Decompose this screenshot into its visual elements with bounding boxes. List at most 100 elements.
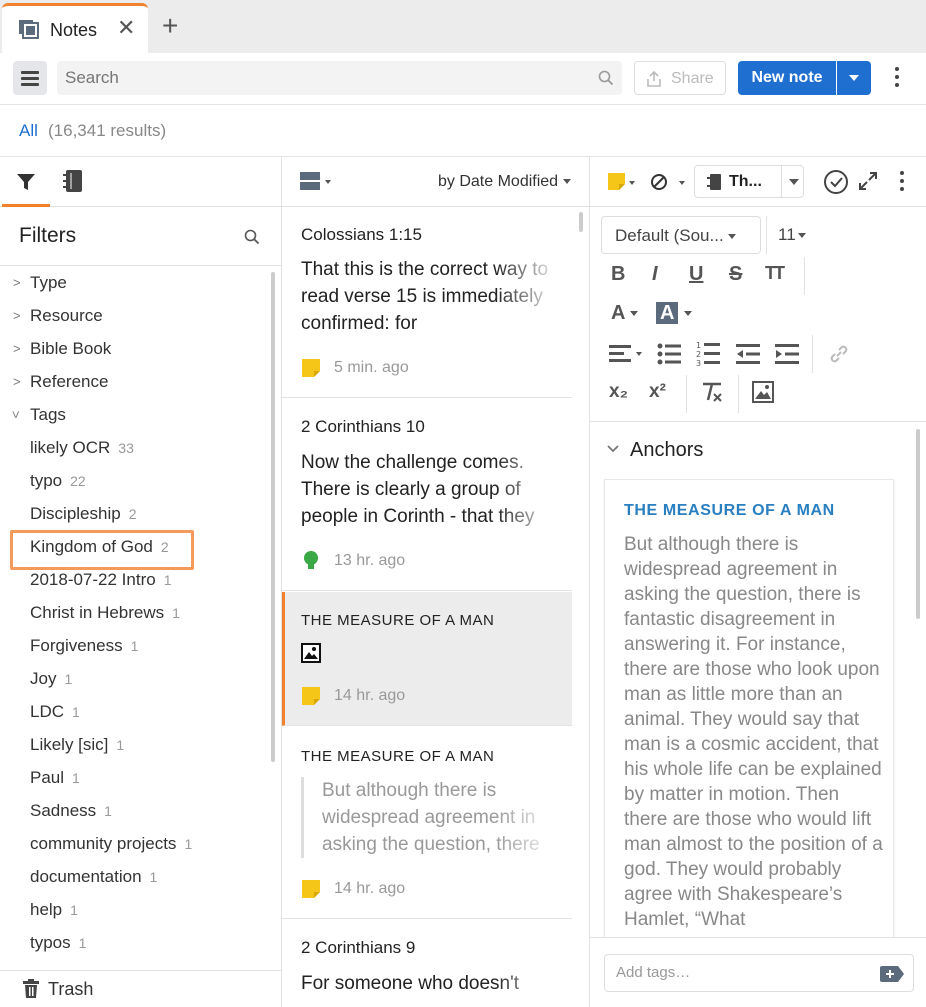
chevron-right-icon: > [13, 341, 21, 356]
note-item[interactable]: 2 Corinthians 10 Now the challenge comes… [282, 399, 572, 591]
strikethrough-button[interactable]: S [729, 263, 742, 286]
add-tab-icon[interactable]: + [162, 12, 178, 40]
scrollbar[interactable] [579, 212, 583, 232]
filter-resource[interactable]: > Resource [13, 306, 103, 326]
tag-item[interactable]: documentation 1 [30, 867, 157, 887]
tab-filters[interactable] [2, 157, 50, 207]
note-title: THE MEASURE OF A MAN [301, 612, 495, 629]
tag-item[interactable]: Sadness 1 [30, 801, 112, 821]
tag-item[interactable]: Likely [sic] 1 [30, 735, 124, 755]
chevron-right-icon: > [13, 374, 21, 389]
clear-formatting-icon[interactable] [700, 381, 724, 403]
subscript-button[interactable]: x₂ [609, 381, 628, 403]
new-note-button[interactable]: New note [738, 61, 836, 95]
underline-button[interactable]: U [689, 263, 703, 286]
tag-item[interactable]: help 1 [30, 900, 78, 920]
align-icon[interactable] [609, 343, 645, 365]
tag-item[interactable]: likely OCR 33 [30, 438, 134, 458]
trash-button[interactable]: Trash [0, 970, 281, 1007]
notebook-label: Th... [729, 173, 762, 190]
note-timestamp: 13 hr. ago [334, 552, 406, 569]
bold-button[interactable]: B [611, 263, 625, 286]
tag-name: Likely [sic] [30, 735, 109, 754]
notebook-select[interactable]: Th... [694, 165, 804, 198]
note-item[interactable]: THE MEASURE OF A MAN But although there … [282, 727, 572, 919]
new-note-dropdown-button[interactable] [837, 61, 871, 95]
sort-label: by Date Modified [438, 173, 559, 190]
search-icon[interactable] [598, 70, 614, 86]
search-input[interactable] [57, 61, 622, 95]
filter-bible-book[interactable]: > Bible Book [13, 339, 111, 359]
indent-icon[interactable] [775, 342, 799, 366]
tag-item[interactable]: Discipleship 2 [30, 504, 137, 524]
tag-item[interactable]: Forgiveness 1 [30, 636, 138, 656]
divider [766, 216, 767, 254]
tag-name: LDC [30, 702, 65, 721]
scrollbar[interactable] [916, 429, 920, 619]
bullet-list-icon[interactable] [657, 342, 681, 366]
check-circle-icon[interactable] [823, 169, 849, 195]
tag-count: 1 [72, 770, 80, 786]
filter-reference[interactable]: > Reference [13, 372, 109, 392]
image-icon[interactable] [752, 381, 774, 403]
highlight-button[interactable]: A [656, 302, 693, 325]
note-timestamp: 5 min. ago [334, 359, 409, 376]
tag-item[interactable]: Joy 1 [30, 669, 72, 689]
more-options-icon[interactable] [900, 171, 904, 195]
view-mode-icon[interactable] [300, 172, 334, 192]
anchor-title[interactable]: THE MEASURE OF A MAN [624, 502, 835, 520]
italic-button[interactable]: I [652, 263, 658, 286]
search-icon[interactable] [244, 229, 260, 245]
share-button[interactable]: Share [634, 61, 726, 95]
add-tag-icon[interactable] [880, 966, 904, 982]
all-results-link[interactable]: All [19, 121, 38, 141]
note-title: Colossians 1:15 [301, 225, 422, 244]
note-style-icon[interactable] [608, 173, 636, 193]
tag-item[interactable]: Paul 1 [30, 768, 80, 788]
share-icon [647, 70, 661, 87]
text-case-button[interactable]: TT [765, 263, 785, 284]
link-icon[interactable] [828, 343, 850, 365]
tab-notes[interactable]: Notes ✕ [2, 3, 148, 53]
tag-name: Joy [30, 669, 57, 688]
anchor-card[interactable]: THE MEASURE OF A MAN But although there … [604, 479, 894, 939]
font-color-button[interactable]: A [611, 302, 639, 325]
tag-item[interactable]: typo 22 [30, 471, 86, 491]
menu-button[interactable] [13, 61, 47, 95]
chevron-down-icon [630, 311, 639, 317]
close-icon[interactable]: ✕ [117, 17, 135, 39]
chevron-down-icon[interactable] [606, 443, 620, 455]
notebook-icon[interactable] [62, 169, 84, 193]
tag-item[interactable]: LDC 1 [30, 702, 80, 722]
tag-count: 22 [70, 473, 86, 489]
scrollbar[interactable] [271, 272, 275, 762]
anchors-heading[interactable]: Anchors [630, 439, 703, 462]
sort-dropdown[interactable]: by Date Modified [438, 173, 571, 191]
tag-item[interactable]: community projects 1 [30, 834, 192, 854]
notebook-dropdown[interactable] [781, 166, 805, 197]
filter-tags[interactable]: > Tags [8, 405, 66, 425]
share-label: Share [671, 70, 714, 87]
font-select[interactable]: Default (Sou... [601, 216, 761, 254]
hamburger-icon-bar [21, 77, 39, 80]
font-size-select[interactable]: 11 [778, 225, 806, 245]
svg-text:3: 3 [696, 359, 701, 368]
outdent-icon[interactable] [736, 342, 760, 366]
expand-icon[interactable] [858, 171, 878, 191]
tag-item[interactable]: typos 1 [30, 933, 86, 953]
add-tags-input[interactable]: Add tags… [604, 954, 914, 992]
tag-item[interactable]: 2018-07-22 Intro 1 [30, 570, 172, 590]
no-style-icon[interactable] [650, 172, 686, 192]
chevron-down-icon [789, 179, 799, 185]
filter-type[interactable]: > Type [13, 273, 67, 293]
note-item[interactable]: Colossians 1:15 That this is the correct… [282, 208, 572, 398]
numbered-list-icon[interactable]: 1 2 3 [696, 340, 720, 368]
note-item[interactable]: 2 Corinthians 9 For someone who doesn't [282, 920, 572, 1007]
filter-label: Reference [30, 372, 109, 391]
note-item-selected[interactable]: THE MEASURE OF A MAN 14 hr. ago [282, 592, 572, 726]
sticky-note-icon [302, 359, 320, 377]
superscript-button[interactable]: x² [649, 381, 666, 403]
font-name: Default (Sou... [615, 226, 724, 245]
tag-item[interactable]: Christ in Hebrews 1 [30, 603, 180, 623]
more-options-icon[interactable] [895, 67, 899, 91]
